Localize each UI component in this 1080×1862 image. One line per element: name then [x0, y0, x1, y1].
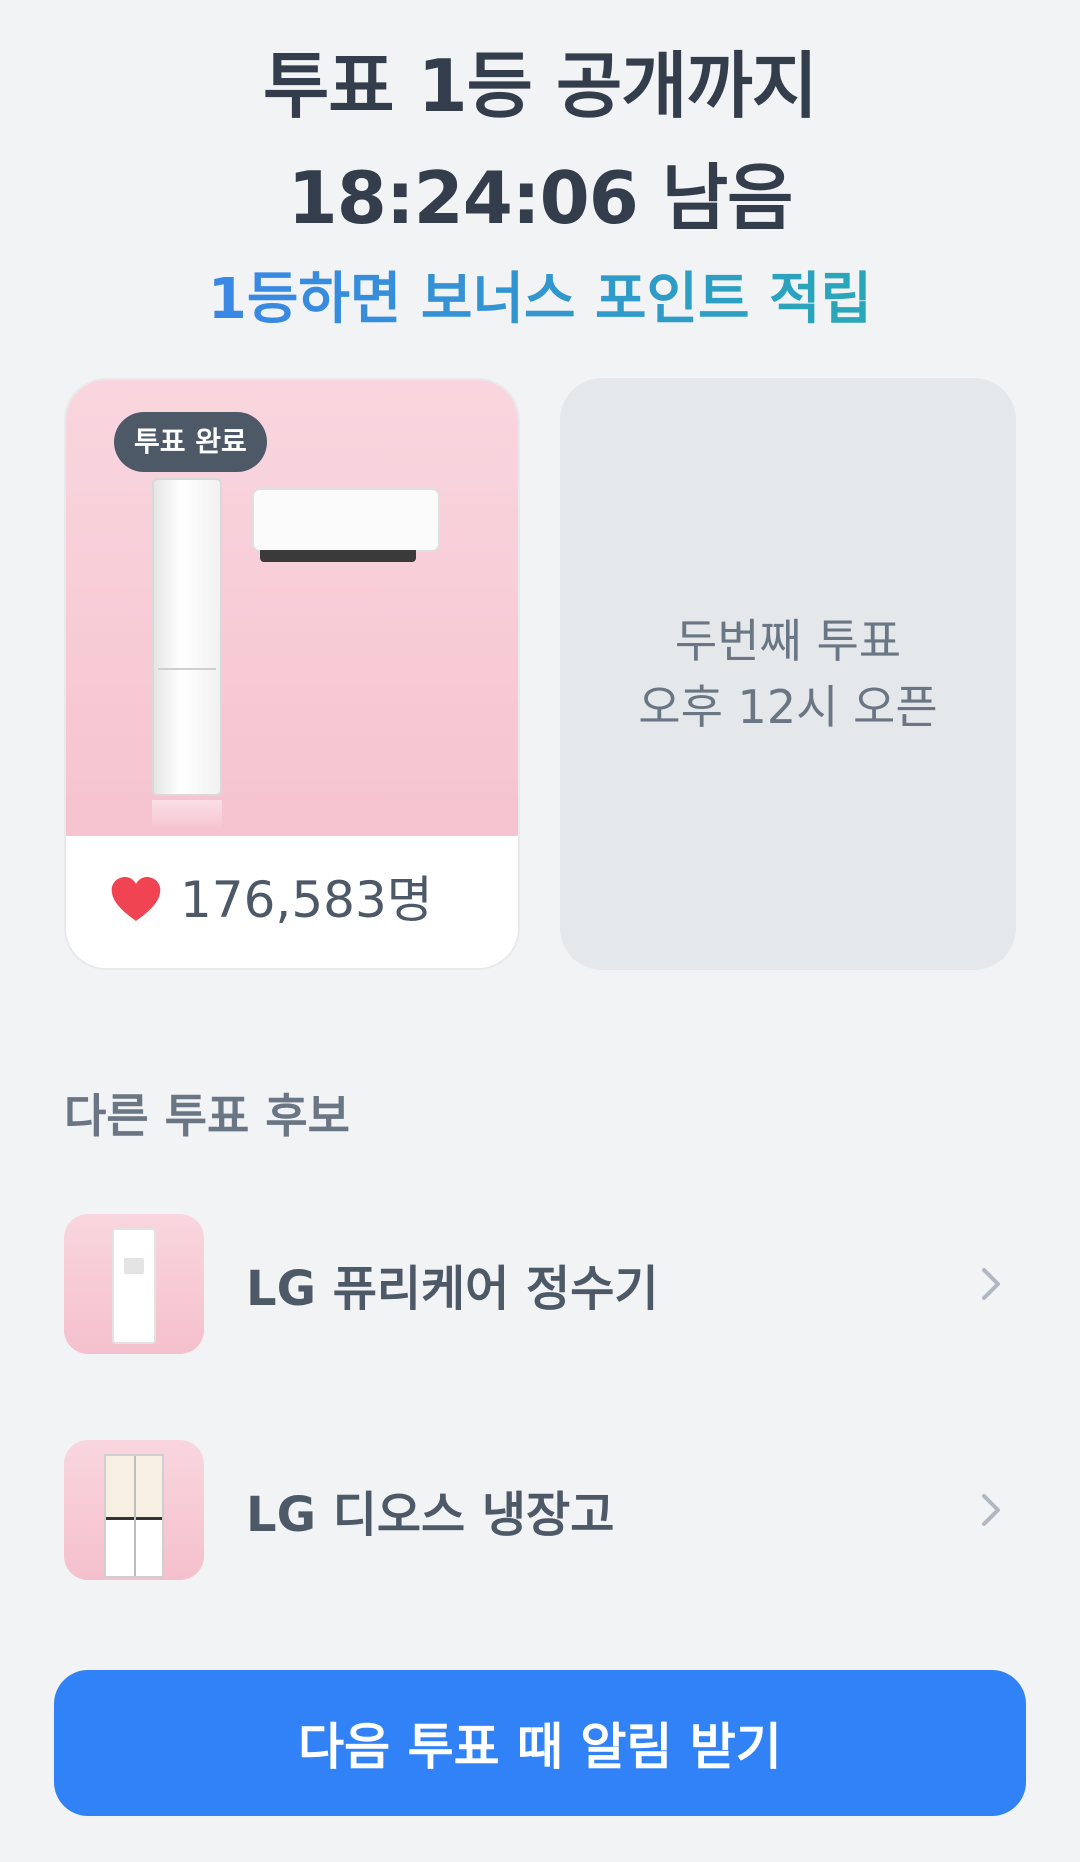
stand-reflection [152, 800, 222, 830]
refrigerator-image [104, 1454, 164, 1578]
chevron-right-icon [982, 1494, 1000, 1526]
refrigerator-thumbnail [64, 1440, 204, 1580]
header: 투표 1등 공개까지 18:24:06 남음 1등하면 보너스 포인트 적립 [0, 30, 1080, 340]
next-vote-card: 두번째 투표 오후 12시 오픈 [560, 378, 1016, 970]
water-purifier-image [112, 1228, 156, 1344]
candidate-item-water-purifier[interactable]: LG 퓨리케어 정수기 [64, 1214, 1016, 1354]
next-vote-text: 두번째 투표 오후 12시 오픈 [638, 608, 937, 740]
candidate-name: LG 퓨리케어 정수기 [246, 1261, 659, 1317]
vote-complete-badge: 투표 완료 [114, 412, 267, 472]
wall-air-conditioner [252, 488, 440, 562]
other-candidates-title: 다른 투표 후보 [64, 1089, 350, 1143]
countdown-timer: 18:24:06 남음 [287, 156, 794, 240]
water-purifier-thumbnail [64, 1214, 204, 1354]
notify-next-vote-button[interactable]: 다음 투표 때 알림 받기 [54, 1670, 1026, 1816]
next-vote-line2: 오후 12시 오픈 [638, 680, 938, 734]
bonus-subtitle: 1등하면 보너스 포인트 적립 [208, 260, 872, 340]
stand-air-conditioner [152, 478, 222, 796]
heart-icon [111, 877, 161, 921]
candidate-item-refrigerator[interactable]: LG 디오스 냉장고 [64, 1440, 1016, 1580]
likes-row: 176,583명 [110, 870, 433, 930]
likes-count: 176,583명 [180, 871, 433, 929]
next-vote-line1: 두번째 투표 [674, 614, 902, 668]
candidate-name: LG 디오스 냉장고 [246, 1487, 615, 1543]
chevron-right-icon [982, 1268, 1000, 1300]
countdown-title: 투표 1등 공개까지 [263, 44, 818, 128]
air-conditioner-image: 투표 완료 [66, 380, 518, 836]
voted-product-card[interactable]: 투표 완료 176,583명 [64, 378, 520, 970]
vote-page: 투표 1등 공개까지 18:24:06 남음 1등하면 보너스 포인트 적립 투… [0, 0, 1080, 1862]
